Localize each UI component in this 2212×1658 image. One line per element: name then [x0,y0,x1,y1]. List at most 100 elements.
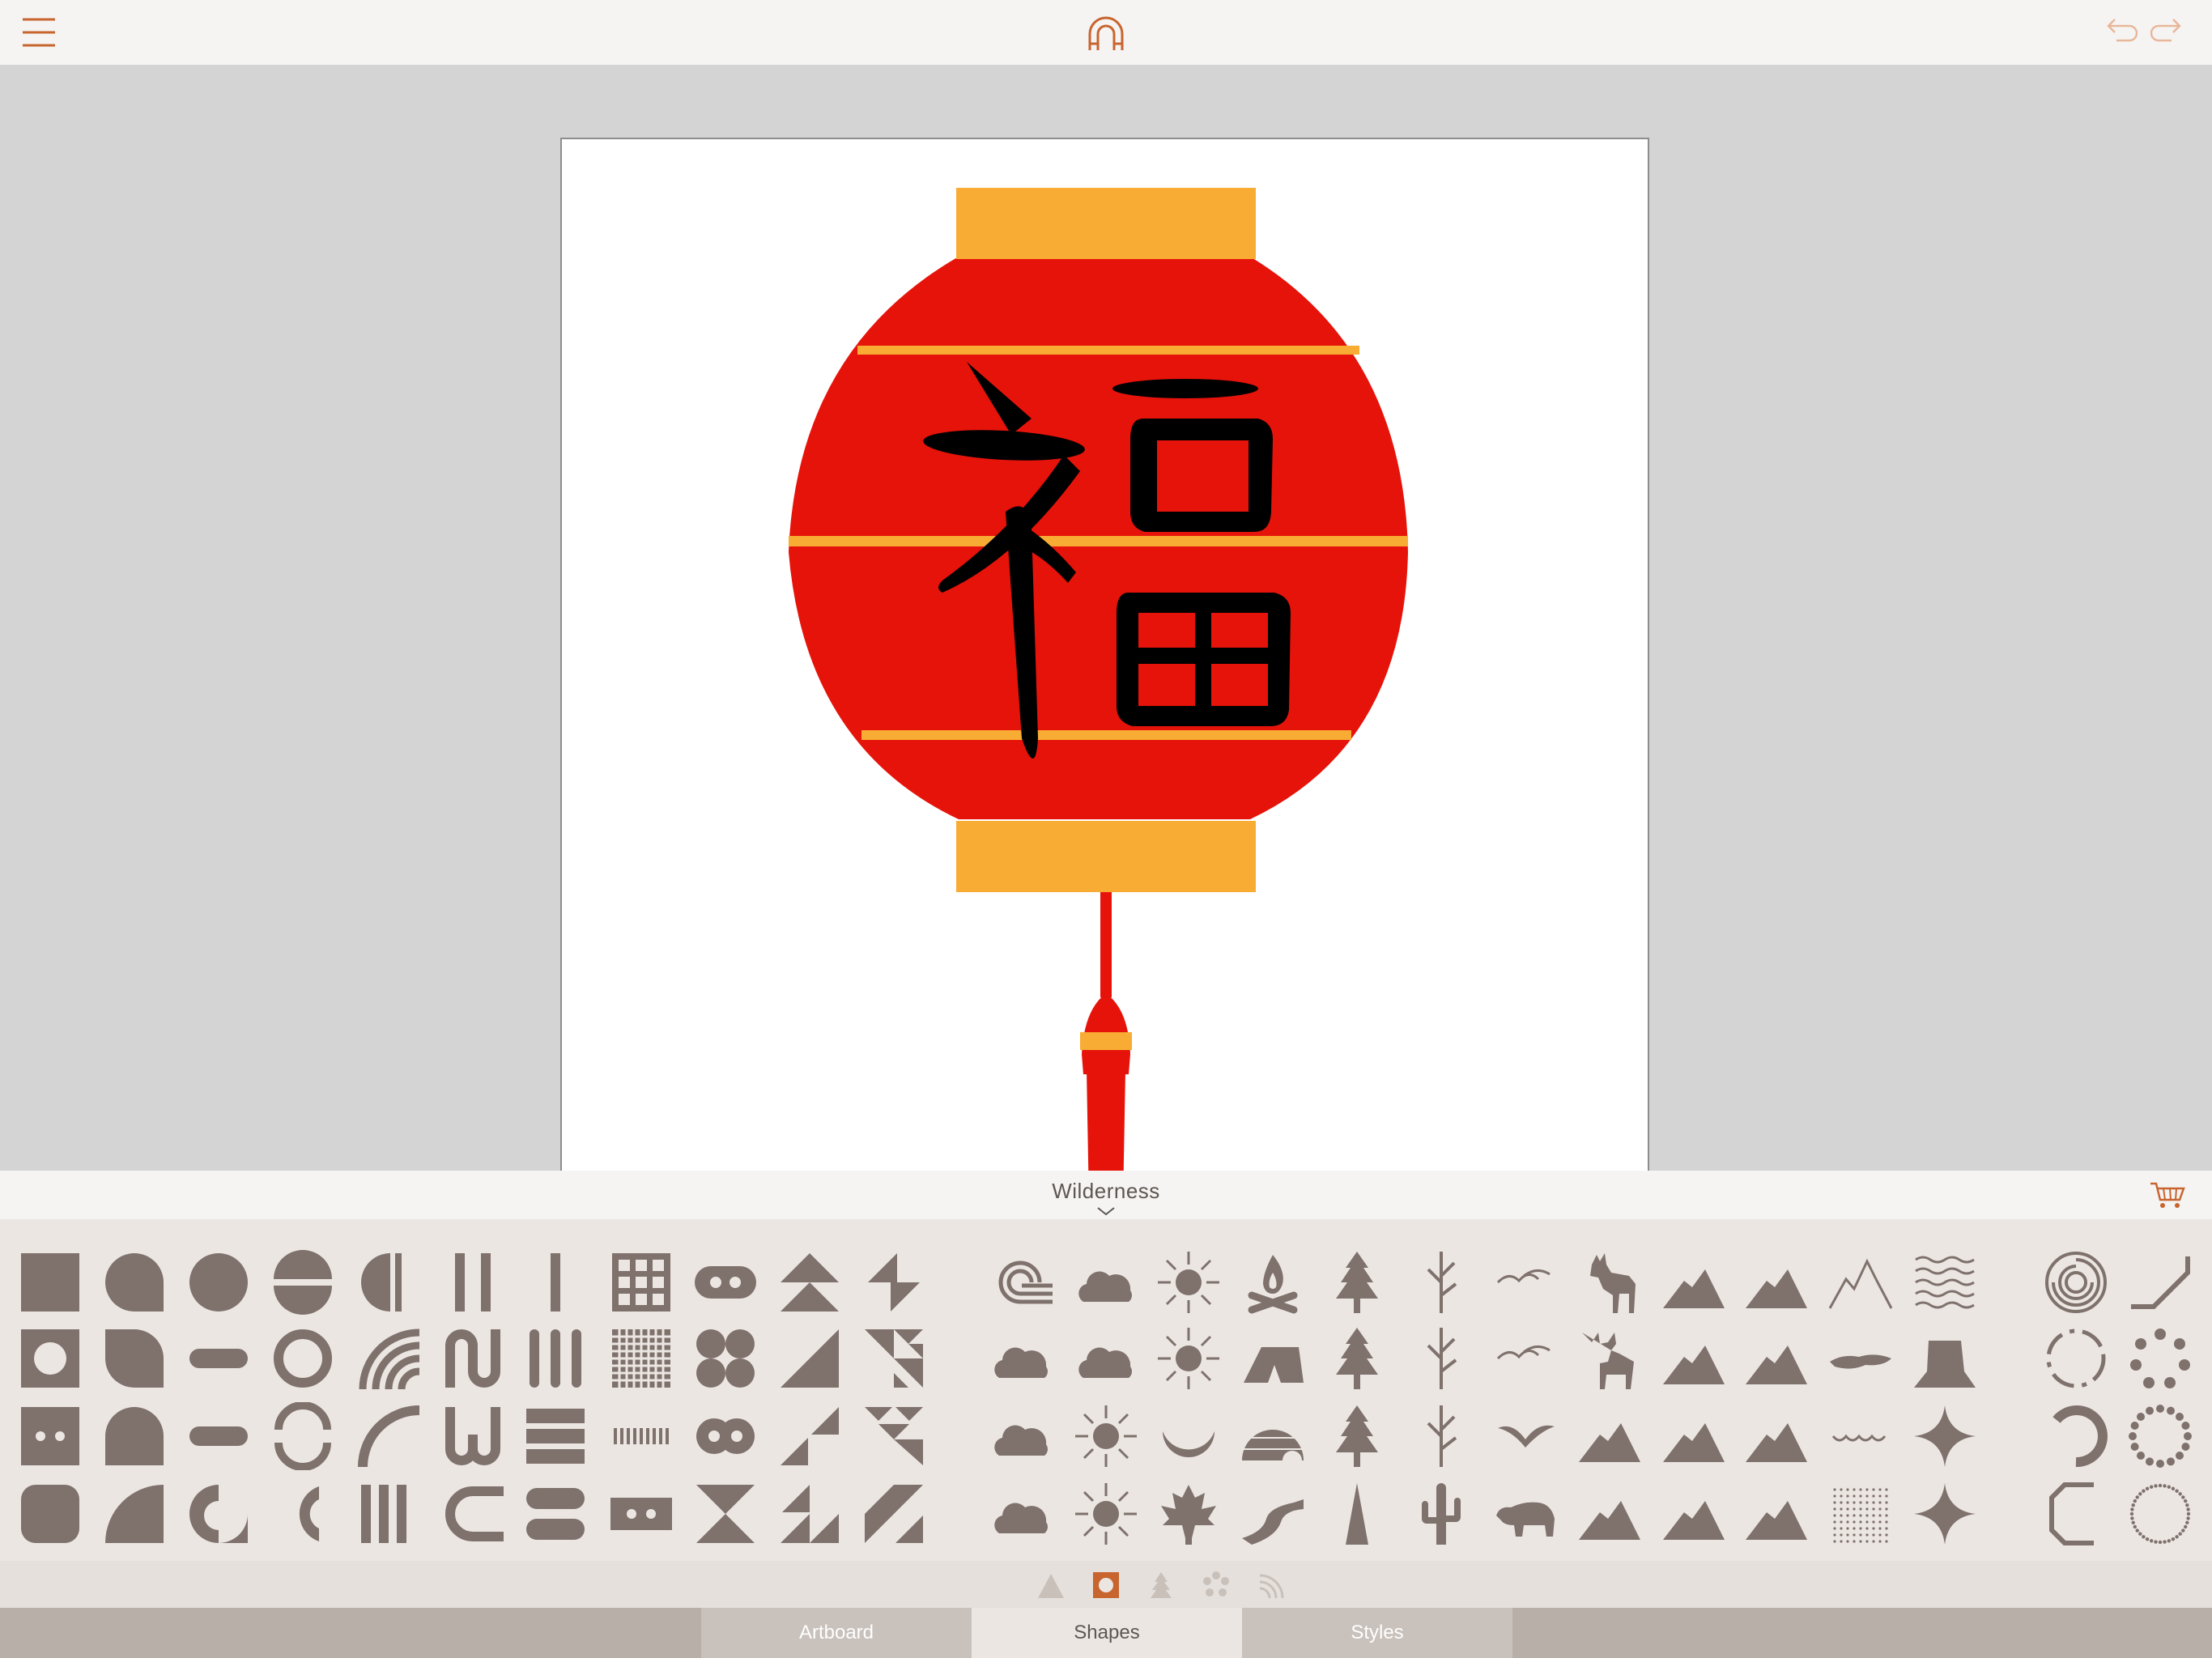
shape-broken-ring[interactable] [269,1402,337,1470]
shape-half-circle[interactable] [355,1248,423,1316]
shape-figure-eight[interactable] [691,1402,759,1470]
campfire-icon[interactable] [1239,1248,1307,1316]
lantern-string[interactable] [1100,892,1112,997]
pine-tree-icon[interactable] [1323,1248,1391,1316]
mountain-icon[interactable] [1660,1248,1728,1316]
branch-icon[interactable] [1407,1248,1475,1316]
shape-triangle[interactable] [776,1324,844,1392]
square-icon[interactable] [1090,1569,1122,1601]
shape-dot-rect[interactable] [607,1480,675,1548]
mountain-icon[interactable] [1742,1402,1810,1470]
shape-bar-pair[interactable] [439,1248,507,1316]
mountain-icon[interactable] [1660,1324,1728,1392]
cloud-icon[interactable] [1072,1324,1140,1392]
shape-triangle-split[interactable] [776,1402,844,1470]
cypress-icon[interactable] [1323,1480,1391,1548]
mountain-icon[interactable] [1660,1480,1728,1548]
shape-ticks[interactable] [607,1402,675,1470]
shape-quarter-circle[interactable] [100,1480,168,1548]
cloud-icon[interactable] [988,1480,1056,1548]
mountain-icon[interactable] [1576,1480,1644,1548]
ripples-icon[interactable] [1827,1402,1895,1470]
cloud-icon[interactable] [988,1324,1056,1392]
mountain-icon[interactable] [1660,1402,1728,1470]
shape-hourglass[interactable] [691,1480,759,1548]
artboard[interactable] [560,138,1649,1225]
pine-tree-icon[interactable] [1323,1402,1391,1470]
shape-quarter-arc[interactable] [355,1402,423,1470]
magnet-icon[interactable] [1087,15,1125,52]
shape-dot-square[interactable] [16,1402,84,1470]
bracket-icon[interactable] [2042,1480,2110,1548]
pine-tree-icon[interactable] [1323,1324,1391,1392]
bear-icon[interactable] [1491,1480,1559,1548]
triangle-icon[interactable] [1035,1569,1067,1601]
moose-icon[interactable] [1576,1324,1644,1392]
lake-icon[interactable] [1827,1324,1895,1392]
tree-icon[interactable] [1145,1569,1177,1601]
shape-triangle-stack[interactable] [776,1248,844,1316]
wind-icon[interactable] [988,1248,1056,1316]
shape-triple-bars[interactable] [521,1324,589,1392]
shape-drop-rounded[interactable] [100,1248,168,1316]
sun-icon[interactable] [1155,1248,1223,1316]
waves-icon[interactable] [1911,1248,1979,1316]
shape-square[interactable] [16,1248,84,1316]
lantern-tassel-band[interactable] [1080,1032,1132,1050]
lantern-stripe[interactable] [861,730,1351,740]
tab-shapes[interactable]: Shapes [972,1608,1242,1658]
moon-icon[interactable] [1155,1402,1223,1470]
branch-icon[interactable] [1407,1402,1475,1470]
deer-icon[interactable] [1576,1248,1644,1316]
lantern-stripe[interactable] [857,346,1359,355]
shape-pill-dots[interactable] [691,1248,759,1316]
shape-w-loops[interactable] [439,1402,507,1470]
sun-icon[interactable] [1072,1480,1140,1548]
shape-pack-title[interactable]: Wilderness [0,1179,2212,1204]
lantern-top-cap[interactable] [956,188,1256,259]
dot-circle-icon[interactable] [2126,1324,2194,1392]
sparkle-icon[interactable] [1911,1480,1979,1548]
dot-ring-icon[interactable] [2126,1402,2194,1470]
shape-drop-ring[interactable] [185,1480,253,1548]
lantern-artwork[interactable] [562,139,1648,1223]
shape-rainbow-arcs[interactable] [355,1324,423,1392]
dashed-circle-icon[interactable] [2042,1324,2110,1392]
shape-diagonal-stripe[interactable] [860,1480,928,1548]
birds-icon[interactable] [1491,1248,1559,1316]
sun-icon[interactable] [1072,1402,1140,1470]
corner-line-icon[interactable] [2126,1248,2194,1316]
shape-sawtooth[interactable] [776,1480,844,1548]
chevron-down-icon[interactable] [1096,1206,1116,1216]
igloo-icon[interactable] [1239,1402,1307,1470]
sparkle-icon[interactable] [1911,1402,1979,1470]
mountain-icon[interactable] [1742,1324,1810,1392]
shape-leaf[interactable] [100,1324,168,1392]
spiral-circle-icon[interactable] [2042,1248,2110,1316]
shape-crescent-c[interactable] [269,1480,337,1548]
shape-grid-dense[interactable] [607,1324,675,1392]
shape-pill[interactable] [185,1402,253,1470]
canvas-area[interactable] [0,65,2212,1225]
shopping-cart-icon[interactable] [2149,1180,2186,1209]
shape-zigzag-triangles[interactable] [860,1248,928,1316]
shape-rounded-square[interactable] [16,1480,84,1548]
flower-icon[interactable] [1200,1569,1232,1601]
lantern-stripe[interactable] [789,536,1408,546]
tab-artboard[interactable]: Artboard [701,1608,972,1658]
undo-icon[interactable] [2105,18,2138,45]
tab-styles[interactable]: Styles [1242,1608,1512,1658]
cloud-icon[interactable] [988,1402,1056,1470]
mountain-icon[interactable] [1742,1480,1810,1548]
tent-icon[interactable] [1239,1324,1307,1392]
shape-four-circles[interactable] [691,1324,759,1392]
maple-leaf-icon[interactable] [1155,1480,1223,1548]
lantern-bottom-cap[interactable] [956,821,1256,892]
broken-circle-icon[interactable] [2042,1402,2110,1470]
bird-icon[interactable] [1491,1402,1559,1470]
shape-triangle-pattern[interactable] [860,1324,928,1392]
mountain-peaks-icon[interactable] [1827,1248,1895,1316]
birds-icon[interactable] [1491,1324,1559,1392]
shape-pack-bar[interactable]: Wilderness [0,1171,2212,1219]
shape-square-hole[interactable] [16,1324,84,1392]
